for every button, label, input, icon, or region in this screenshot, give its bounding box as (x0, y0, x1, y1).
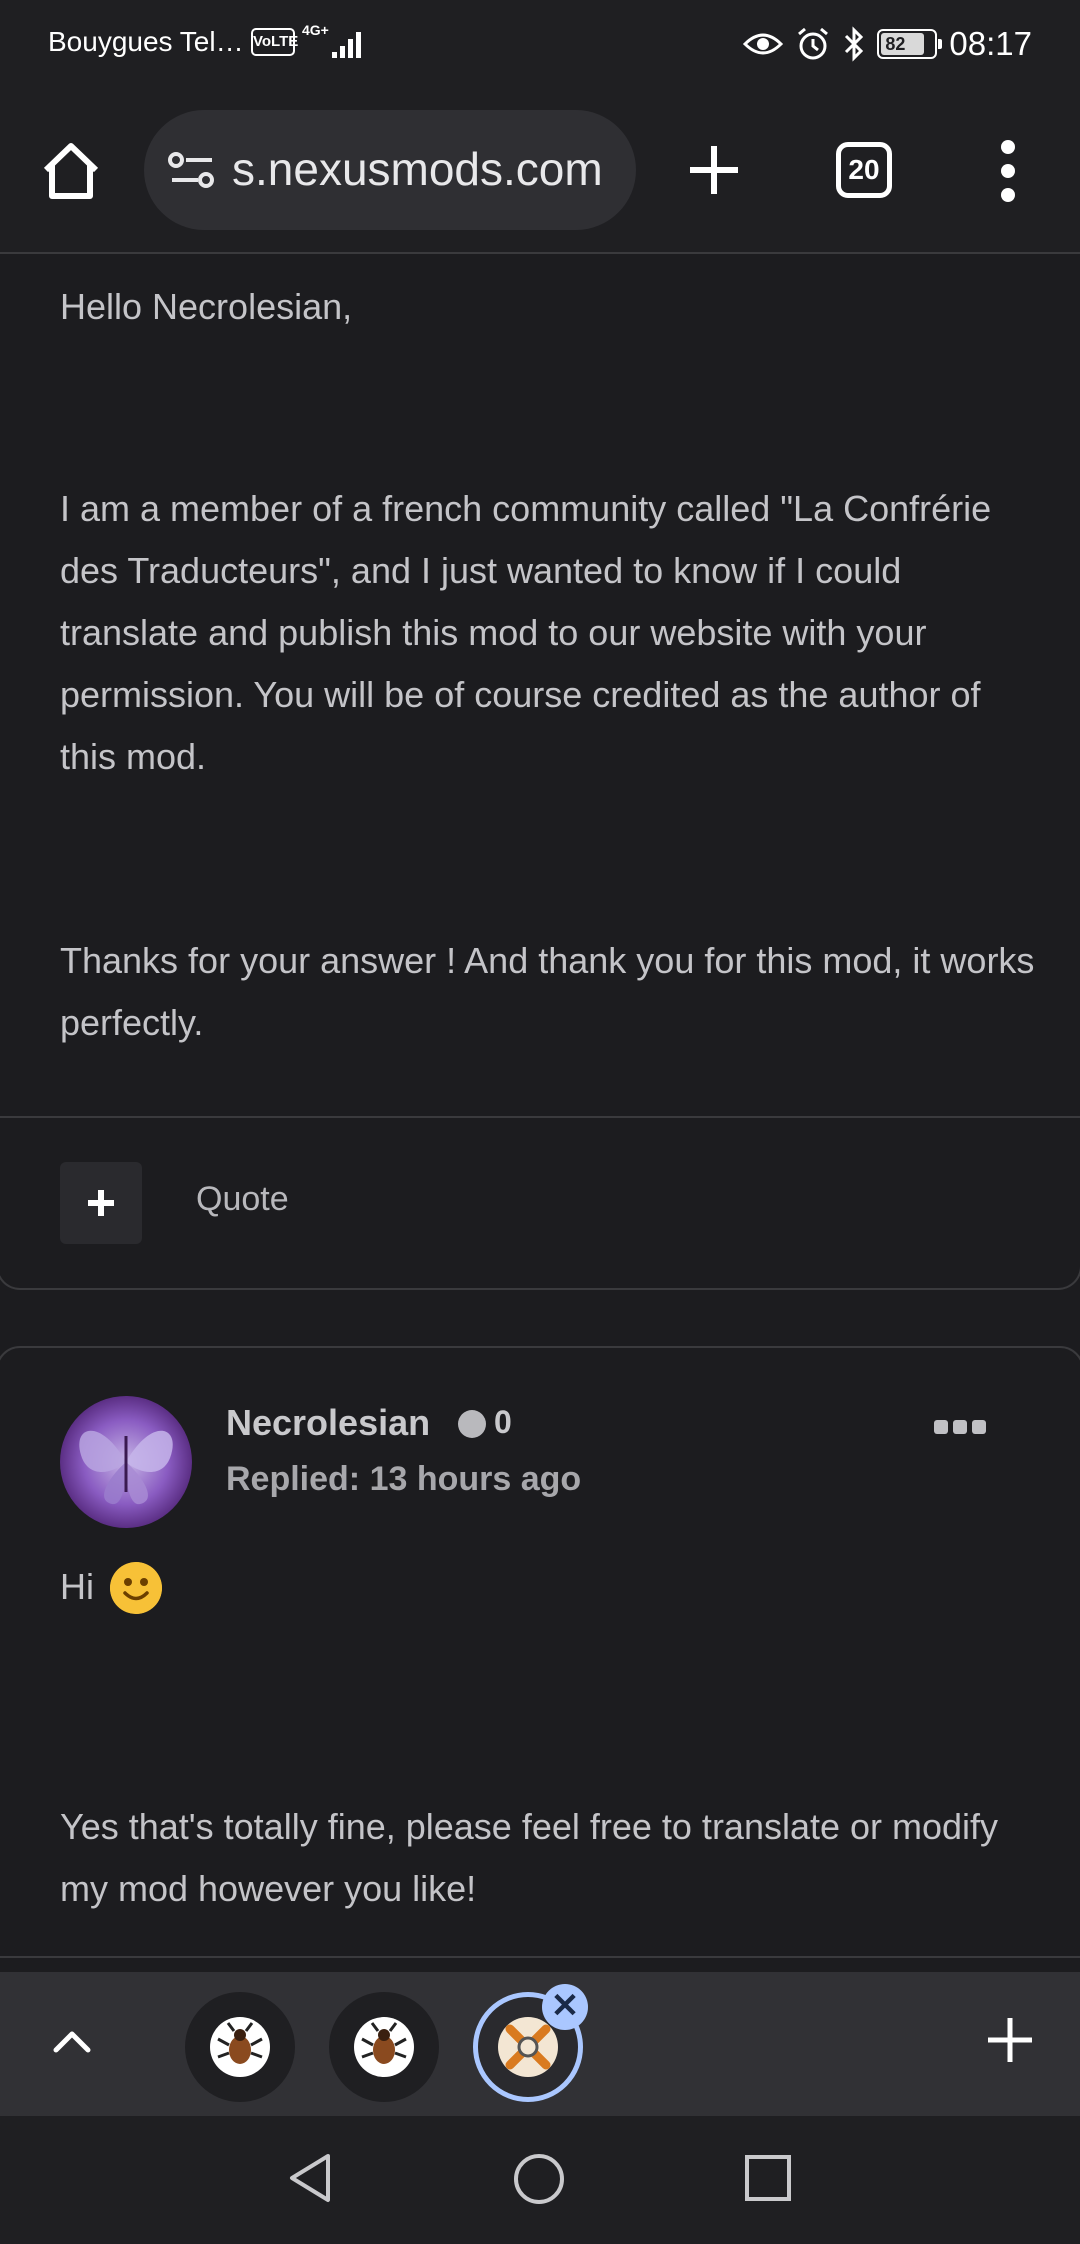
reply-body: Yes that's totally fine, please feel fre… (60, 1806, 999, 1909)
page-content: Hello Necrolesian, I am a member of a fr… (0, 256, 1080, 1972)
bug-favicon-icon (210, 2017, 270, 2077)
quote-link[interactable]: Quote (196, 1180, 289, 1219)
author-name[interactable]: Necrolesian (226, 1402, 430, 1444)
battery-icon: 82 (877, 29, 943, 59)
online-status-dot (458, 1410, 486, 1438)
url-text[interactable]: s.nexusmods.com (232, 142, 603, 196)
kudos-count: 0 (494, 1404, 512, 1440)
reply-timestamp: Replied: 13 hours ago (226, 1460, 582, 1498)
site-settings-icon[interactable] (168, 150, 216, 190)
bug-favicon-icon (354, 2017, 414, 2077)
smile-emoji-icon (110, 1562, 162, 1614)
network-type: 4G+ (302, 22, 329, 38)
reply-greeting: Hi (60, 1566, 94, 1607)
browser-toolbar: s.nexusmods.com 20 (0, 88, 1080, 254)
bluetooth-icon (845, 26, 864, 62)
chevron-up-icon[interactable] (48, 2018, 96, 2066)
avatar[interactable] (60, 1396, 192, 1528)
tab-switcher-button[interactable]: 20 (836, 142, 892, 198)
volte-badge: VoLTE (251, 28, 298, 56)
tab-group-item[interactable] (185, 1992, 295, 2102)
url-bar[interactable]: s.nexusmods.com (144, 110, 636, 230)
home-icon[interactable] (38, 138, 104, 204)
butterfly-avatar-image (79, 1430, 173, 1505)
alarm-icon (798, 27, 829, 60)
home-circle-icon[interactable] (512, 2152, 566, 2206)
plus-icon[interactable] (984, 2014, 1036, 2066)
eye-icon (743, 33, 784, 55)
status-bar: Bouygues Tel… VoLTE 4G+ 82 08:17 (0, 0, 1080, 88)
divider (0, 1956, 1080, 1958)
close-icon[interactable]: ✕ (542, 1984, 588, 2030)
clock: 08:17 (949, 25, 1032, 62)
post-card-footer (0, 1116, 1080, 1290)
system-navigation-bar (0, 2116, 1080, 2244)
post-body: I am a member of a french community call… (60, 488, 992, 777)
battery-level: 82 (885, 34, 906, 54)
signal-icon: 4G+ (302, 22, 362, 60)
post-greeting: Hello Necrolesian, (60, 286, 353, 327)
tab-group-bar: ✕ (0, 1972, 1080, 2116)
nexus-favicon-icon (498, 2017, 558, 2077)
new-tab-plus-icon[interactable] (684, 140, 744, 200)
tab-group-item[interactable] (329, 1992, 439, 2102)
more-horiz-icon[interactable] (934, 1420, 986, 1436)
post-thanks: Thanks for your answer ! And thank you f… (60, 940, 1035, 1043)
quote-plus-button[interactable] (60, 1162, 142, 1244)
more-vert-icon[interactable] (990, 140, 1026, 202)
back-triangle-icon[interactable] (286, 2152, 334, 2204)
recents-square-icon[interactable] (744, 2154, 792, 2202)
carrier-name: Bouygues Tel… (48, 26, 244, 57)
